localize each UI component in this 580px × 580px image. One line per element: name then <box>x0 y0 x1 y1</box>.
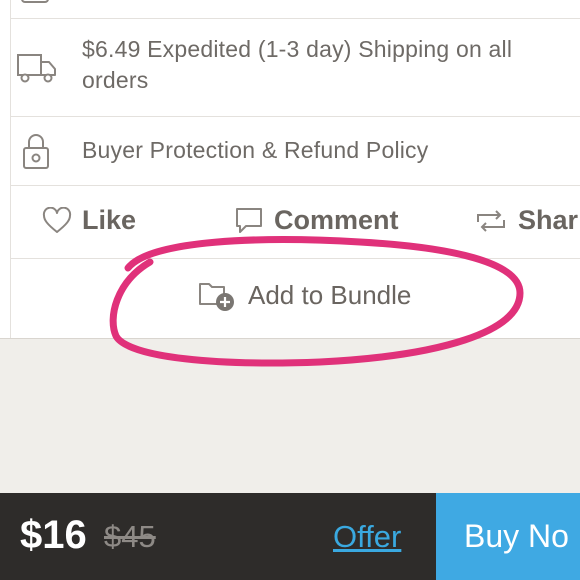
checkbox-icon <box>21 0 49 3</box>
card-border <box>10 0 11 338</box>
bundle-icon <box>199 283 234 311</box>
buyer-protection-link[interactable]: Buyer Protection & Refund Policy <box>82 135 428 166</box>
add-to-bundle-label: Add to Bundle <box>248 279 412 310</box>
comment-label: Comment <box>274 205 399 235</box>
row-divider <box>10 116 580 117</box>
like-label: Like <box>82 205 137 235</box>
share-icon <box>477 209 505 232</box>
comment-button[interactable]: Comment <box>234 205 399 236</box>
add-to-bundle-button[interactable]: Add to Bundle <box>198 278 411 312</box>
share-button[interactable]: Shar <box>474 205 578 236</box>
heart-icon <box>42 206 72 233</box>
row-divider <box>10 185 580 186</box>
offer-button[interactable]: Offer <box>333 517 401 557</box>
buy-now-label: Buy No <box>464 518 569 554</box>
lock-icon <box>23 134 49 169</box>
original-price: $45 <box>104 519 156 554</box>
comment-icon <box>236 207 262 233</box>
like-button[interactable]: Like <box>42 205 136 236</box>
current-price: $16 <box>20 513 87 557</box>
background-area <box>0 338 580 494</box>
row-divider <box>10 258 580 259</box>
listing-details-card: $6.49 Expedited (1-3 day) Shipping on al… <box>0 0 580 338</box>
buy-now-button[interactable]: Buy No <box>436 493 580 580</box>
row-divider <box>10 18 580 19</box>
truck-icon <box>17 54 56 83</box>
shipping-text: $6.49 Expedited (1-3 day) Shipping on al… <box>82 36 513 93</box>
share-label: Shar <box>518 205 579 235</box>
